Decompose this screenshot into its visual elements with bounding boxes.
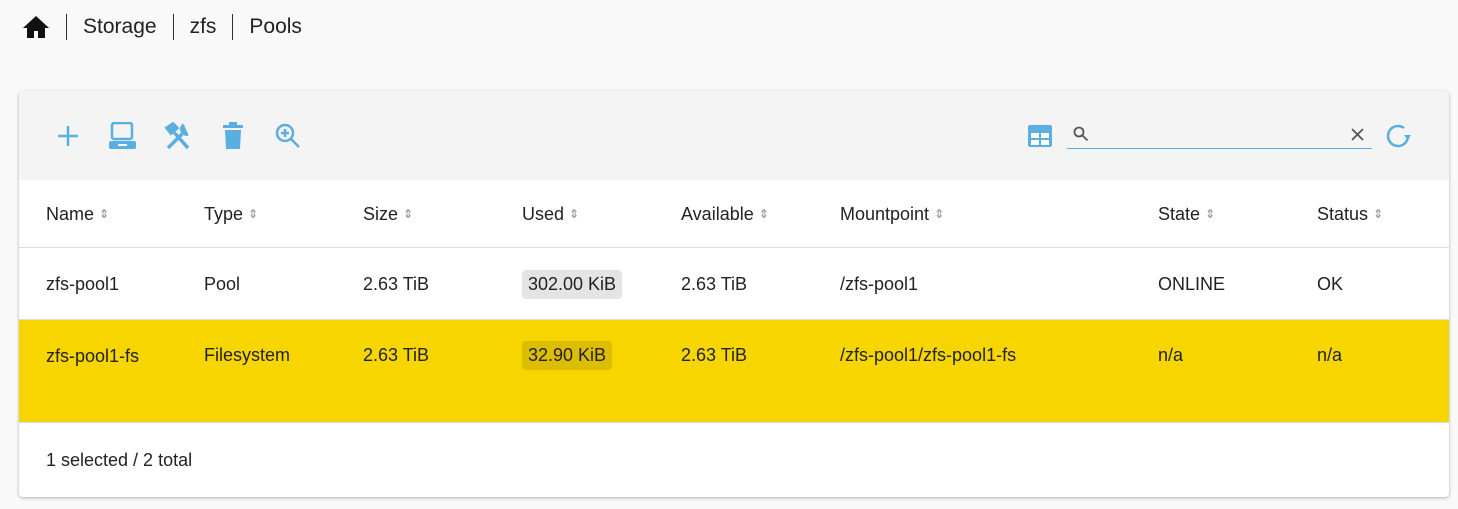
breadcrumb-pools: Pools (249, 15, 302, 38)
computer-icon[interactable] (108, 121, 138, 151)
table-row[interactable]: zfs-pool1 Pool 2.63 TiB 302.00 KiB 2.63 … (19, 248, 1449, 320)
header-label: Name (46, 203, 95, 224)
refresh-icon[interactable] (1384, 121, 1414, 151)
table-header: Name ⇕ Type ⇕ Size ⇕ Used ⇕ Available ⇕ Mount… (19, 180, 1449, 248)
column-header-size[interactable]: Size ⇕ (363, 180, 413, 248)
used-badge: 302.00 KiB (522, 269, 623, 299)
search-field[interactable] (1067, 121, 1372, 149)
column-header-available[interactable]: Available ⇕ (681, 180, 769, 248)
divider (66, 14, 67, 40)
header-label: Mountpoint (840, 203, 930, 224)
breadcrumb-zfs[interactable]: zfs (190, 15, 217, 39)
breadcrumb: Storage zfs Pools (22, 12, 302, 42)
cell-state: n/a (1158, 344, 1184, 365)
column-header-state[interactable]: State ⇕ (1158, 180, 1215, 248)
sort-icon: ⇕ (1373, 207, 1384, 221)
cell-mountpoint: /zfs-pool1 (840, 273, 919, 294)
search-input[interactable] (1093, 121, 1343, 147)
header-label: Used (522, 203, 565, 224)
columns-icon[interactable] (1025, 121, 1055, 151)
table-row-selected[interactable]: zfs-pool1-fs Filesystem 2.63 TiB 32.90 K… (19, 320, 1449, 423)
cell-size: 2.63 TiB (363, 344, 430, 365)
column-header-name[interactable]: Name ⇕ (46, 180, 109, 248)
column-header-used[interactable]: Used ⇕ (522, 180, 579, 248)
breadcrumb-storage[interactable]: Storage (83, 15, 157, 39)
header-label: Size (363, 203, 399, 224)
header-label: Status (1317, 203, 1369, 224)
toolbar (19, 91, 1449, 180)
header-label: State (1158, 203, 1201, 224)
column-header-type[interactable]: Type ⇕ (204, 180, 258, 248)
zoom-in-icon[interactable] (273, 121, 303, 151)
sort-icon: ⇕ (99, 207, 110, 221)
column-header-mountpoint[interactable]: Mountpoint ⇕ (840, 180, 944, 248)
clear-icon[interactable] (1351, 128, 1364, 141)
divider (232, 14, 234, 40)
search-icon (1073, 126, 1089, 142)
selection-summary: 1 selected / 2 total (46, 449, 193, 470)
sort-icon: ⇕ (1205, 207, 1216, 221)
cell-type: Pool (204, 273, 241, 294)
cell-mountpoint: /zfs-pool1/zfs-pool1-fs (840, 344, 1017, 365)
sort-icon: ⇕ (934, 207, 945, 221)
delete-icon[interactable] (218, 121, 248, 151)
cell-name: zfs-pool1 (46, 273, 120, 294)
cell-status: OK (1317, 273, 1344, 294)
cell-used: 32.90 KiB (522, 320, 613, 390)
cell-name: zfs-pool1-fs (46, 346, 140, 366)
tools-icon[interactable] (163, 121, 193, 151)
sort-icon: ⇕ (758, 207, 769, 221)
sort-icon: ⇕ (248, 207, 259, 221)
cell-available: 2.63 TiB (681, 344, 748, 365)
cell-available: 2.63 TiB (681, 273, 748, 294)
add-icon[interactable] (53, 121, 83, 151)
header-label: Type (204, 203, 244, 224)
cell-size: 2.63 TiB (363, 273, 430, 294)
header-label: Available (681, 203, 754, 224)
sort-icon: ⇕ (569, 207, 580, 221)
cell-type: Filesystem (204, 344, 291, 365)
used-badge: 32.90 KiB (522, 340, 613, 370)
divider (172, 14, 174, 40)
column-header-status[interactable]: Status ⇕ (1317, 180, 1383, 248)
cell-status: n/a (1317, 344, 1343, 365)
home-icon[interactable] (22, 15, 50, 39)
sort-icon: ⇕ (403, 207, 414, 221)
cell-state: ONLINE (1158, 273, 1226, 294)
pools-table-card: Name ⇕ Type ⇕ Size ⇕ Used ⇕ Available ⇕ Mount… (19, 91, 1449, 497)
cell-used: 302.00 KiB (522, 248, 623, 320)
